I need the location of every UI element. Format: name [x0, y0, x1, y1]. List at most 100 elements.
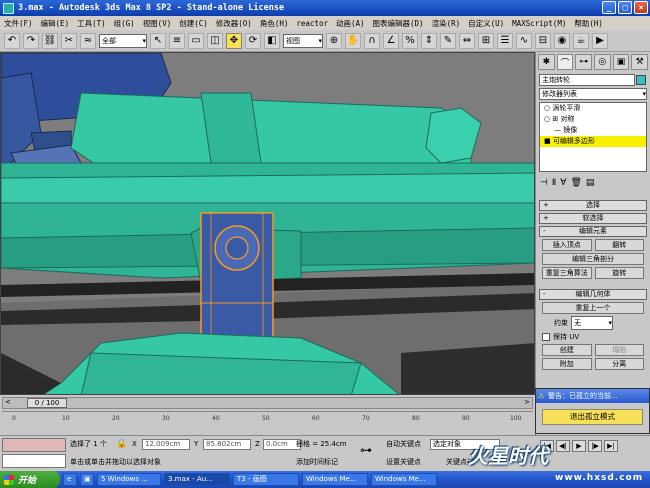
motion-tab-icon[interactable]: ◎ — [594, 54, 611, 70]
object-color-swatch[interactable] — [636, 75, 646, 85]
undo-icon[interactable]: ↶ — [4, 32, 20, 49]
menu-tools[interactable]: 工具(T) — [73, 18, 110, 29]
modify-tab-icon[interactable]: ⌒ — [556, 54, 574, 70]
rollout-soft-selection[interactable]: 软选择 — [539, 213, 647, 224]
quick-launch-ie-icon[interactable]: e — [63, 473, 77, 486]
angle-snap-icon[interactable]: ∠ — [383, 32, 399, 49]
percent-snap-icon[interactable]: % — [402, 32, 418, 49]
create-button[interactable]: 创建 — [542, 344, 592, 356]
x-coordinate-field[interactable]: 12.009cm — [142, 439, 190, 450]
close-button[interactable]: × — [634, 1, 648, 14]
align-icon[interactable]: ⊞ — [478, 32, 494, 49]
select-object-icon[interactable]: ↖ — [150, 32, 166, 49]
go-to-end-icon[interactable]: ▶| — [604, 440, 618, 452]
time-slider-track[interactable]: < 0 / 100 > — [2, 397, 533, 409]
menu-file[interactable]: 文件(F) — [0, 18, 37, 29]
create-tab-icon[interactable]: ✱ — [538, 54, 555, 70]
utilities-tab-icon[interactable]: ⚒ — [631, 54, 649, 70]
stack-item-editable-poly[interactable]: ■ 可编辑多边形 — [540, 136, 646, 147]
make-unique-icon[interactable]: ∀ — [560, 178, 566, 188]
select-move-icon[interactable]: ✥ — [226, 32, 242, 49]
menu-group[interactable]: 组(G) — [110, 18, 139, 29]
next-frame-icon[interactable]: > — [524, 398, 530, 406]
menu-reactor[interactable]: reactor — [292, 19, 332, 28]
collapse-button[interactable]: 塌陷 — [594, 344, 644, 356]
perspective-viewport[interactable] — [0, 52, 535, 395]
layer-manager-icon[interactable]: ☰ — [497, 32, 513, 49]
prev-frame-icon[interactable]: < — [5, 398, 11, 406]
menu-help[interactable]: 帮助(H) — [570, 18, 607, 29]
menu-create[interactable]: 创建(C) — [175, 18, 212, 29]
rollout-selection[interactable]: 选择 — [539, 200, 647, 211]
mirror-icon[interactable]: ⇔ — [459, 32, 475, 49]
menu-character[interactable]: 角色(H) — [256, 18, 293, 29]
select-by-name-icon[interactable]: ≡ — [169, 32, 185, 49]
task-windows-media-1[interactable]: Windows Me... — [302, 473, 368, 486]
menu-modifiers[interactable]: 修改器(O) — [212, 18, 256, 29]
auto-key-button[interactable]: 自动关键点 — [386, 438, 421, 450]
menu-rendering[interactable]: 渲染(R) — [428, 18, 465, 29]
selection-filter-dropdown[interactable]: 全部 ▾ — [99, 33, 147, 48]
repeat-last-button[interactable]: 重复上一个 — [542, 302, 644, 314]
task-windows-explorer[interactable]: 5 Windows ... — [97, 473, 161, 486]
select-scale-icon[interactable]: ◧ — [264, 32, 280, 49]
lock-selection-icon[interactable]: 🔒 — [116, 438, 127, 450]
time-slider[interactable]: 0 / 100 — [27, 398, 67, 408]
set-key-button[interactable]: 设置关键点 — [386, 456, 421, 468]
quick-launch-desktop-icon[interactable]: ▣ — [80, 473, 94, 486]
pivot-center-icon[interactable]: ⊕ — [326, 32, 342, 49]
maxscript-listener-mini[interactable] — [2, 438, 66, 452]
unlink-icon[interactable]: ✂ — [61, 32, 77, 49]
configure-sets-icon[interactable]: ▤ — [586, 178, 595, 188]
stack-item-turbosmooth[interactable]: ○ 涡轮平滑 — [540, 103, 646, 114]
retriangulate-button[interactable]: 重复三角算法 — [542, 267, 592, 279]
menu-customize[interactable]: 自定义(U) — [464, 18, 508, 29]
menu-views[interactable]: 视图(V) — [139, 18, 176, 29]
task-3dsmax[interactable]: 3.max - Au... — [164, 473, 230, 486]
insert-vertex-button[interactable]: 插入顶点 — [542, 239, 592, 251]
select-link-icon[interactable]: ⛓ — [42, 32, 58, 49]
menu-animation[interactable]: 动画(A) — [332, 18, 369, 29]
display-tab-icon[interactable]: ▣ — [612, 54, 630, 70]
maximize-button[interactable]: □ — [618, 1, 632, 14]
material-editor-icon[interactable]: ◉ — [554, 32, 570, 49]
prev-key-icon[interactable]: ◀| — [556, 440, 570, 452]
detach-button[interactable]: 分离 — [594, 358, 644, 370]
curve-editor-icon[interactable]: ∿ — [516, 32, 532, 49]
minimize-button[interactable]: _ — [602, 1, 616, 14]
object-name-field[interactable]: 主炮转轮 — [539, 74, 646, 86]
modifier-list-dropdown[interactable]: 修改器列表 ▾ — [539, 88, 647, 100]
start-button[interactable]: 开始 — [0, 471, 60, 488]
add-time-tag[interactable]: 添加时间标记 — [296, 456, 338, 468]
schematic-view-icon[interactable]: ⊟ — [535, 32, 551, 49]
remove-modifier-icon[interactable]: 🗑 — [570, 178, 581, 188]
task-windows-media-2[interactable]: Windows Me... — [371, 473, 437, 486]
task-paint[interactable]: T3 - 画图 — [233, 473, 299, 486]
attach-button[interactable]: 附加 — [542, 358, 592, 370]
edit-triangulation-button[interactable]: 编辑三角剖分 — [542, 253, 644, 265]
y-coordinate-field[interactable]: 85.802cm — [203, 439, 251, 450]
quick-render-icon[interactable]: ▶ — [592, 32, 608, 49]
window-crossing-icon[interactable]: ◫ — [207, 32, 223, 49]
menu-graph-editors[interactable]: 图表编辑器(D) — [369, 18, 428, 29]
render-scene-icon[interactable]: ☕ — [573, 32, 589, 49]
show-end-result-icon[interactable]: Ⅱ — [552, 178, 556, 188]
pin-stack-icon[interactable]: ⊣ — [540, 178, 548, 188]
rollout-edit-geometry[interactable]: 编辑几何体 — [539, 289, 647, 300]
reference-coordinate-dropdown[interactable]: 视图 ▾ — [283, 33, 323, 48]
turn-button[interactable]: 旋转 — [594, 267, 644, 279]
bind-space-warp-icon[interactable]: ≈ — [80, 32, 96, 49]
hierarchy-tab-icon[interactable]: ⊶ — [575, 54, 593, 70]
menu-maxscript[interactable]: MAXScript(M) — [508, 19, 570, 28]
play-icon[interactable]: ▶ — [572, 440, 586, 452]
maxscript-output-mini[interactable] — [2, 454, 66, 468]
key-icon[interactable]: ⊶ — [360, 444, 372, 456]
preserve-uv-checkbox[interactable] — [542, 333, 550, 341]
constraint-dropdown[interactable]: 无 ▾ — [571, 316, 613, 330]
redo-icon[interactable]: ↷ — [23, 32, 39, 49]
snap-toggle-icon[interactable]: ∩ — [364, 32, 380, 49]
flip-button[interactable]: 翻转 — [594, 239, 644, 251]
select-rotate-icon[interactable]: ⟳ — [245, 32, 261, 49]
next-key-icon[interactable]: |▶ — [588, 440, 602, 452]
menu-edit[interactable]: 编辑(E) — [37, 18, 74, 29]
